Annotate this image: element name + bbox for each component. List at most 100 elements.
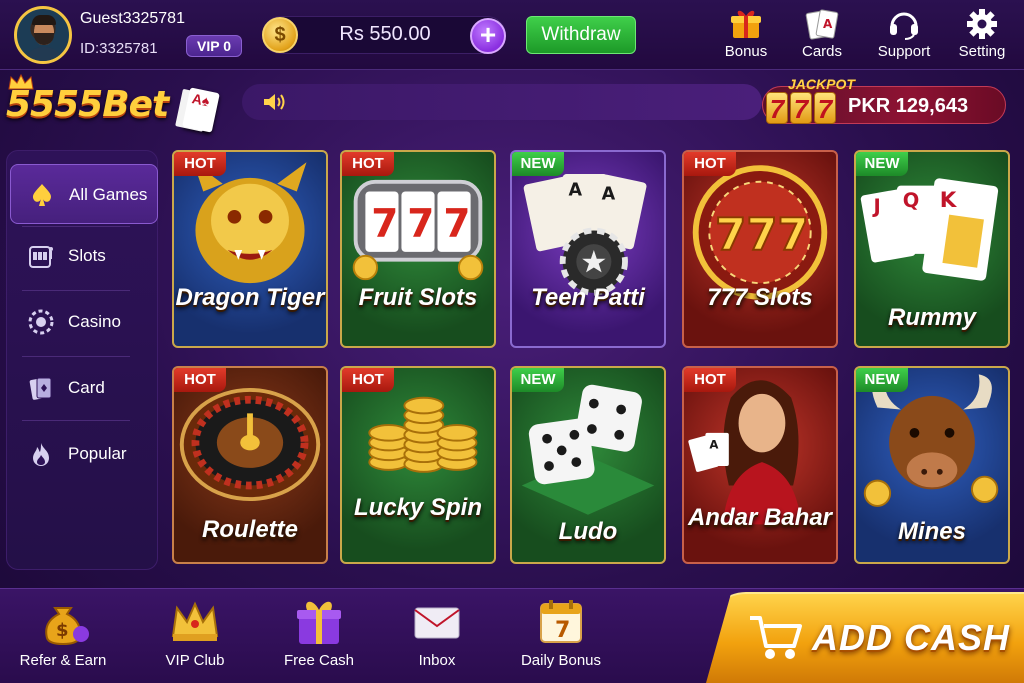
new-badge: NEW	[512, 368, 564, 392]
crown-icon	[169, 596, 221, 646]
sidebar-item-label: All Games	[69, 185, 148, 204]
username: Guest3325781	[80, 10, 185, 27]
game-card-mines[interactable]: NEW Mines	[854, 366, 1010, 564]
support-button[interactable]: Support	[868, 8, 940, 64]
logo-card-icon: A♠	[182, 87, 220, 133]
sidebar-item-casino[interactable]: Casino	[10, 292, 158, 352]
game-title: Ludo	[558, 518, 618, 545]
game-card-andar-bahar[interactable]: HOT A Andar Bahar	[682, 366, 838, 564]
avatar-hair	[32, 15, 56, 25]
chip-icon	[28, 309, 54, 335]
playing-cards-icon: A A	[523, 173, 647, 296]
sidebar-item-slots[interactable]: Slots	[10, 226, 158, 286]
jackpot-reel: 7	[790, 92, 812, 124]
game-title: Mines	[897, 518, 966, 545]
game-title: Dragon Tiger	[175, 284, 325, 311]
game-card-rummy[interactable]: NEW J Q K Rummy	[854, 150, 1010, 348]
balance-amount: Rs 550.00	[339, 23, 431, 45]
game-card-lucky-spin[interactable]: HOT Lucky Spin	[340, 366, 496, 564]
headset-icon	[887, 8, 921, 40]
svg-text:777: 777	[715, 208, 809, 261]
game-title: 777 Slots	[707, 284, 813, 311]
sidebar-item-popular[interactable]: Popular	[10, 424, 158, 484]
hot-badge: HOT	[684, 368, 736, 392]
nav-label: VIP Club	[165, 652, 225, 669]
bonus-button[interactable]: Bonus	[710, 8, 782, 64]
new-badge: NEW	[856, 152, 908, 176]
divider	[22, 290, 130, 291]
divider	[22, 356, 130, 357]
hot-badge: HOT	[174, 152, 226, 176]
speaker-icon[interactable]	[262, 92, 288, 112]
sidebar-item-label: Popular	[68, 444, 127, 463]
calendar-icon: 7	[535, 596, 587, 646]
nav-inbox[interactable]: Inbox	[382, 596, 492, 678]
sidebar-item-label: Slots	[68, 246, 106, 265]
bonus-label: Bonus	[724, 43, 768, 60]
game-card-dragon-tiger[interactable]: HOT Dragon Tiger	[172, 150, 328, 348]
game-title: Roulette	[202, 516, 298, 543]
svg-text:Q: Q	[903, 189, 920, 212]
svg-text:$: $	[56, 620, 69, 641]
flame-icon	[33, 443, 49, 466]
nav-free-cash[interactable]: Free Cash	[264, 596, 374, 678]
setting-label: Setting	[958, 43, 1006, 60]
sidebar-item-card[interactable]: Card	[10, 358, 158, 418]
jackpot-label: JACKPOT	[788, 76, 855, 92]
new-badge: NEW	[512, 152, 564, 176]
cards-icon: A	[805, 8, 839, 40]
spade-icon	[32, 184, 52, 206]
nav-label: Free Cash	[283, 652, 355, 669]
gift-box-icon	[293, 596, 345, 646]
avatar[interactable]	[14, 6, 72, 64]
nav-label: Daily Bonus	[520, 652, 602, 669]
add-cash-label[interactable]: ADD CASH	[812, 617, 1010, 659]
jackpot-reel: 7	[814, 92, 836, 124]
svg-text:A: A	[709, 437, 718, 451]
svg-text:J: J	[872, 195, 881, 218]
nav-vip-club[interactable]: VIP Club	[140, 596, 250, 678]
game-card-teen-patti[interactable]: NEW A A Teen Patti	[510, 150, 666, 348]
svg-text:7: 7	[371, 201, 398, 246]
vip-badge[interactable]: VIP 0	[186, 35, 242, 57]
divider	[22, 420, 130, 421]
svg-text:7: 7	[407, 201, 434, 246]
user-id: ID:3325781	[80, 40, 158, 57]
nav-refer-earn[interactable]: $ Refer & Earn	[8, 596, 118, 678]
gift-icon	[729, 8, 763, 40]
game-title: Rummy	[887, 304, 977, 331]
announcement-bar	[242, 84, 762, 120]
game-title: Lucky Spin	[353, 494, 483, 521]
game-title: Andar Bahar	[687, 504, 833, 531]
svg-text:K: K	[940, 188, 958, 213]
avatar-beard	[34, 33, 54, 45]
game-card-fruit-slots[interactable]: HOT 7 7 7 Fruit Slots	[340, 150, 496, 348]
sidebar-item-label: Casino	[68, 312, 121, 331]
game-card-777-slots[interactable]: HOT 777 777 Slots	[682, 150, 838, 348]
hot-badge: HOT	[342, 152, 394, 176]
game-title: Fruit Slots	[358, 284, 478, 311]
svg-text:A: A	[823, 17, 833, 31]
cards-button[interactable]: A Cards	[786, 8, 858, 64]
svg-text:7: 7	[443, 201, 470, 246]
jackpot-amount: PKR 129,643	[848, 95, 969, 117]
game-card-ludo[interactable]: NEW Ludo	[510, 366, 666, 564]
calendar-day: 7	[555, 618, 570, 643]
setting-button[interactable]: Setting	[946, 8, 1018, 64]
svg-text:A: A	[569, 180, 583, 200]
card-icon	[29, 377, 52, 400]
nav-daily-bonus[interactable]: 7 Daily Bonus	[506, 596, 616, 678]
envelope-icon	[411, 596, 463, 646]
brand-logo: 5555Bet	[6, 84, 169, 125]
coin-icon: $	[262, 17, 298, 53]
slot-reels-icon: 7 7 7	[352, 179, 484, 281]
new-badge: NEW	[856, 368, 908, 392]
sidebar-item-all-games[interactable]: All Games	[10, 164, 158, 224]
777-wheel-icon: 777	[692, 165, 828, 300]
game-title: Teen Patti	[531, 284, 645, 311]
withdraw-button[interactable]: Withdraw	[526, 16, 636, 54]
support-label: Support	[877, 43, 931, 60]
game-card-roulette[interactable]: HOT Roulette	[172, 366, 328, 564]
deposit-plus-button[interactable]: +	[470, 18, 506, 54]
hot-badge: HOT	[342, 368, 394, 392]
